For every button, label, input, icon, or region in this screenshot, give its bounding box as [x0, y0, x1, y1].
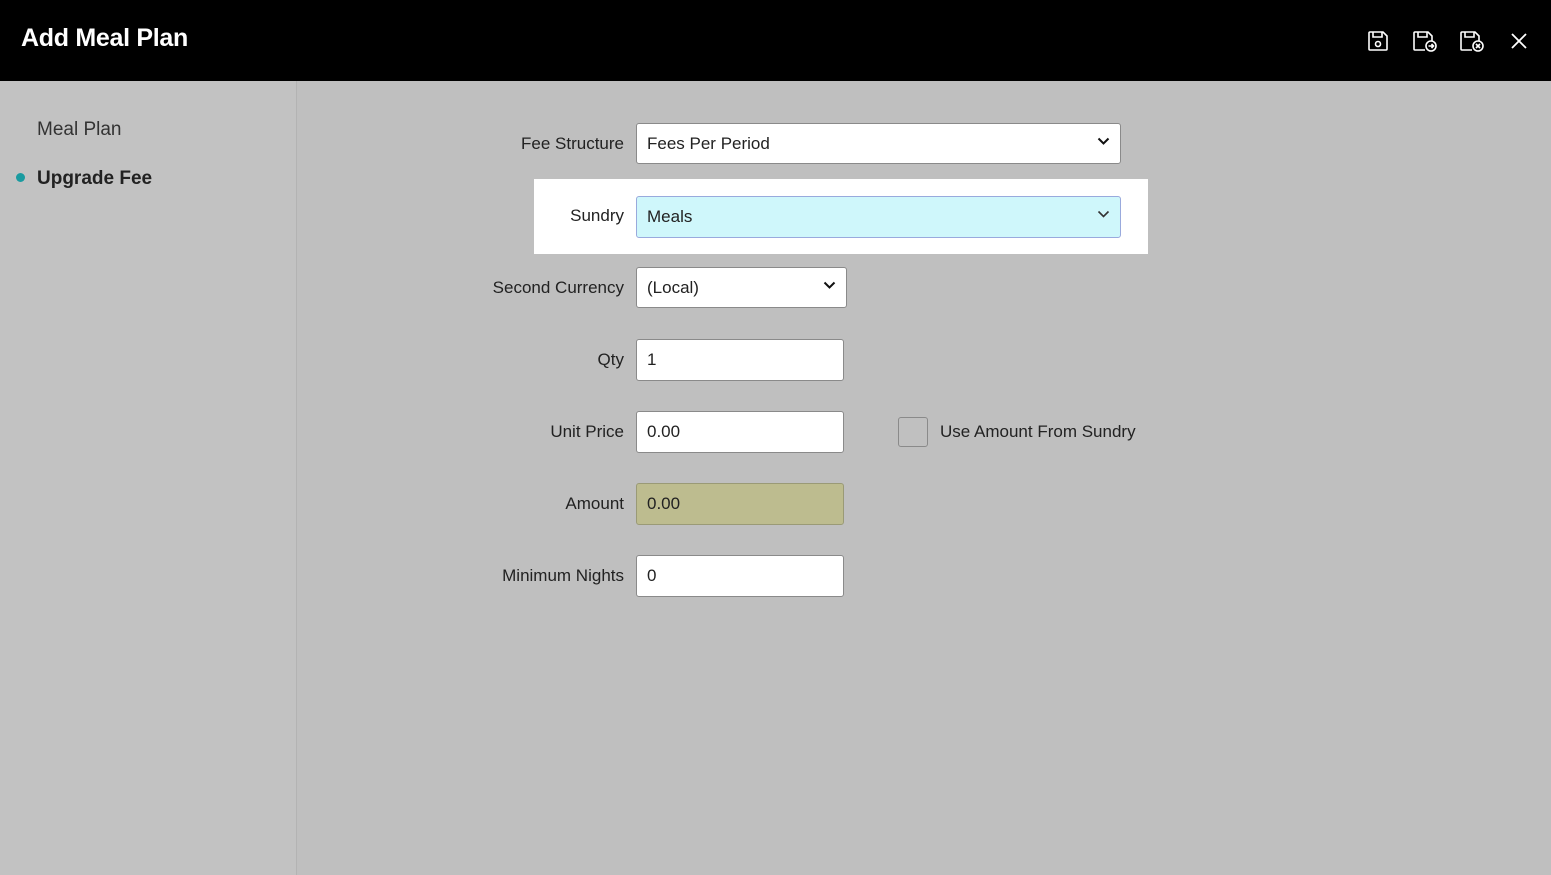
- fee-structure-select[interactable]: Fees Per Period: [636, 123, 1121, 164]
- chevron-down-icon: [823, 281, 836, 289]
- use-amount-from-sundry-label: Use Amount From Sundry: [940, 422, 1136, 441]
- unit-price-input[interactable]: 0.00: [636, 411, 844, 453]
- fee-structure-label: Fee Structure: [521, 134, 624, 153]
- active-indicator-dot: [16, 173, 25, 182]
- amount-label: Amount: [565, 494, 624, 513]
- second-currency-value: (Local): [647, 278, 699, 297]
- qty-label: Qty: [597, 350, 624, 369]
- header-actions: [1345, 27, 1533, 55]
- sidebar-item-upgrade-fee[interactable]: Upgrade Fee: [37, 168, 152, 190]
- save-and-new-icon[interactable]: [1411, 27, 1439, 55]
- form-area: Fee Structure Fees Per Period Sundry Mea…: [297, 81, 1551, 875]
- use-amount-from-sundry-checkbox[interactable]: [898, 417, 928, 447]
- minimum-nights-input[interactable]: 0: [636, 555, 844, 597]
- save-icon[interactable]: [1364, 27, 1392, 55]
- save-and-close-icon[interactable]: [1458, 27, 1486, 55]
- unit-price-label: Unit Price: [550, 422, 624, 441]
- chevron-down-icon: [1097, 137, 1110, 145]
- qty-input[interactable]: 1: [636, 339, 844, 381]
- amount-field: 0.00: [636, 483, 844, 525]
- title-bar: Add Meal Plan: [0, 0, 1551, 81]
- second-currency-select[interactable]: (Local): [636, 267, 847, 308]
- fee-structure-value: Fees Per Period: [647, 134, 770, 153]
- sidebar: Meal Plan Upgrade Fee: [0, 81, 297, 875]
- close-icon[interactable]: [1505, 27, 1533, 55]
- page-title: Add Meal Plan: [21, 24, 188, 52]
- sundry-label: Sundry: [570, 206, 624, 225]
- sundry-value: Meals: [647, 207, 693, 226]
- minimum-nights-label: Minimum Nights: [502, 566, 624, 585]
- chevron-down-icon: [1097, 210, 1110, 218]
- sidebar-item-meal-plan[interactable]: Meal Plan: [37, 119, 122, 141]
- second-currency-label: Second Currency: [492, 278, 624, 297]
- sundry-select[interactable]: Meals: [636, 196, 1121, 238]
